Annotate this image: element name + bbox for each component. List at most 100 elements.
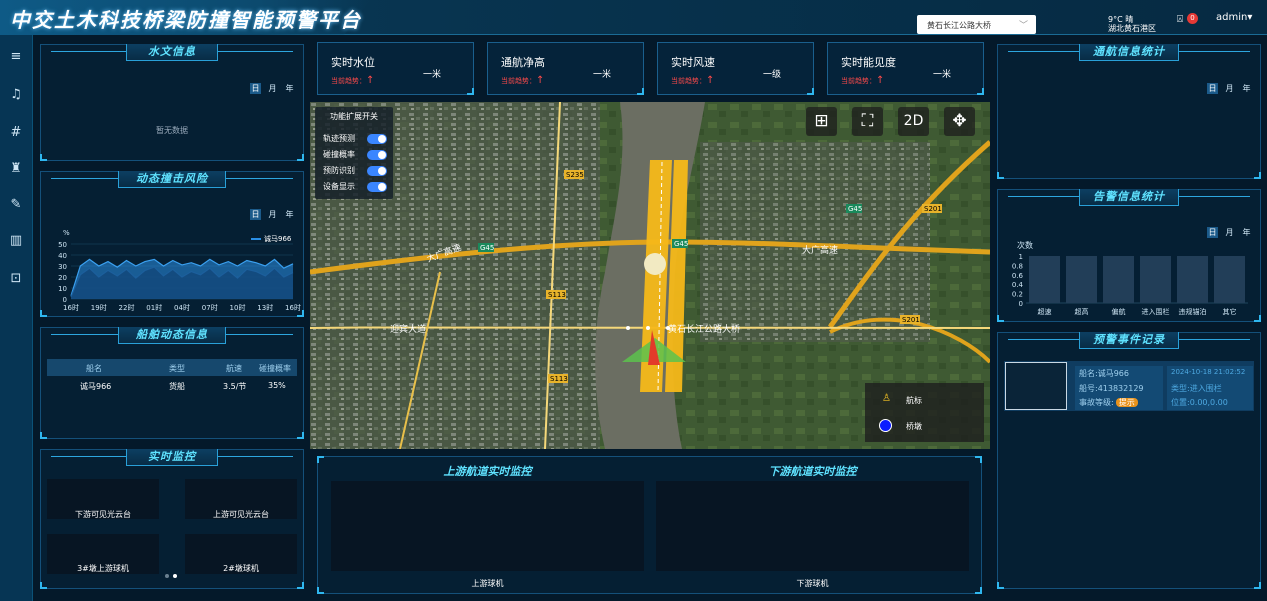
corner bbox=[997, 315, 1004, 322]
toggle-collision-probability[interactable] bbox=[367, 150, 387, 160]
corner bbox=[1254, 315, 1261, 322]
route-sign-text: G45 bbox=[674, 240, 688, 248]
map-icon[interactable]: ▥ bbox=[8, 233, 24, 249]
arrow-up-icon: ↑ bbox=[876, 75, 885, 86]
divider bbox=[51, 456, 131, 457]
pier-marker[interactable] bbox=[626, 326, 630, 330]
col-header: 类型 bbox=[169, 364, 185, 373]
header: 中交土木科技桥梁防撞智能预警平台 黄石长江公路大桥 ﹀ 9°C 晴湖北黄石港区 ⍓… bbox=[0, 0, 1267, 35]
pier-icon bbox=[879, 419, 892, 432]
tab-day[interactable]: 日 bbox=[1207, 83, 1218, 94]
period-tabs: 日月年 bbox=[1201, 83, 1252, 94]
ships-panel: 船舶动态信息 船名 类型 航速 碰撞概率 诚马966 货船 3.5/节 35% bbox=[40, 327, 304, 439]
col-header: 航速 bbox=[226, 364, 242, 373]
bridge-select[interactable]: 黄石长江公路大桥 ﹀ bbox=[917, 15, 1036, 34]
arrow-up-icon: ↑ bbox=[706, 75, 715, 86]
x-tick-label: 16时 bbox=[63, 303, 79, 312]
pier-marker[interactable] bbox=[646, 326, 650, 330]
corner bbox=[807, 88, 814, 95]
corner bbox=[317, 587, 324, 594]
view-mode-2d-button[interactable]: 2D bbox=[898, 107, 929, 136]
x-tick-label: 19时 bbox=[91, 303, 107, 312]
pager-dot[interactable] bbox=[165, 574, 169, 578]
tab-year[interactable]: 年 bbox=[284, 83, 295, 94]
metric-title: 实时能见度 bbox=[841, 56, 896, 69]
ship-marker[interactable] bbox=[644, 253, 666, 275]
metric-trend: 当前趋势：↑ bbox=[331, 75, 374, 86]
metric-title: 实时水位 bbox=[331, 56, 375, 69]
toggle-label: 预防识别 bbox=[323, 166, 355, 175]
event-card[interactable]: 船名:诚马966 船号:413832129 事故等级: 提示 2024-10-18… bbox=[1004, 361, 1254, 411]
toggle-row: 碰撞概率 bbox=[323, 149, 355, 160]
arrow-up-icon: ↑ bbox=[366, 75, 375, 86]
x-tick-label: 10时 bbox=[230, 303, 246, 312]
metric-trend: 当前趋势：↑ bbox=[501, 75, 544, 86]
upstream-video[interactable] bbox=[331, 481, 644, 571]
toggle-label: 轨迹预测 bbox=[323, 134, 355, 143]
metric-trend: 当前趋势：↑ bbox=[841, 75, 884, 86]
bell-icon[interactable]: ♫ bbox=[8, 87, 24, 103]
x-tick-label: 超高 bbox=[1075, 307, 1089, 316]
toggle-track-prediction[interactable] bbox=[367, 134, 387, 144]
bar-background bbox=[1029, 256, 1060, 303]
x-tick-label: 07时 bbox=[202, 303, 218, 312]
tab-month[interactable]: 月 bbox=[1224, 83, 1235, 94]
table-row[interactable]: 诚马966 货船 3.5/节 35% bbox=[47, 379, 297, 393]
divider bbox=[1008, 339, 1088, 340]
corner bbox=[467, 88, 474, 95]
weather-temp: 9°C 晴 bbox=[1108, 15, 1134, 24]
metric-clearance: 通航净高 一米 当前趋势：↑ bbox=[487, 42, 644, 95]
layers-button[interactable]: ⊞ bbox=[806, 107, 837, 136]
settings-sliders-icon[interactable]: # bbox=[8, 125, 24, 141]
tab-year[interactable]: 年 bbox=[1241, 83, 1252, 94]
camera-label: 3#墩上游球机 bbox=[77, 564, 129, 573]
corner bbox=[997, 172, 1004, 179]
pager-dot-active[interactable] bbox=[173, 574, 177, 578]
bar-background bbox=[1066, 256, 1097, 303]
feature-toggle-panel: 功能扩展开关 轨迹预测 碰撞概率 预防识别 设备显示 bbox=[315, 107, 393, 199]
corner bbox=[975, 587, 982, 594]
tab-month[interactable]: 月 bbox=[267, 83, 278, 94]
route-sign-text: S235 bbox=[566, 171, 584, 179]
metric-value: 一级 bbox=[763, 70, 782, 80]
toggle-device-display[interactable] bbox=[367, 182, 387, 192]
chevron-down-icon: ﹀ bbox=[1018, 21, 1028, 31]
wrench-icon[interactable]: ✎ bbox=[8, 197, 24, 213]
user-menu[interactable]: admin▾ bbox=[1216, 12, 1252, 23]
event-level-label: 事故等级: bbox=[1079, 398, 1114, 407]
monitor-person-icon[interactable]: ⊡ bbox=[8, 271, 24, 287]
col-header: 船名 bbox=[86, 364, 102, 373]
toggle-row: 预防识别 bbox=[323, 165, 355, 176]
y-tick-label: 0.6 bbox=[1012, 272, 1024, 280]
weather-location: 湖北黄石港区 bbox=[1108, 24, 1156, 33]
event-ship-name: 船名:诚马966 bbox=[1079, 369, 1129, 378]
downstream-video[interactable] bbox=[656, 481, 969, 571]
corner bbox=[40, 582, 47, 589]
fullscreen-button[interactable]: ⛶ bbox=[852, 107, 883, 136]
arrow-up-icon: ↑ bbox=[536, 75, 545, 86]
y-tick-label: 0 bbox=[1019, 300, 1023, 308]
pan-button[interactable]: ✥ bbox=[944, 107, 975, 136]
monitor-panel: 实时监控 下游可见光云台 上游可见光云台 3#墩上游球机 2#墩球机 bbox=[40, 449, 304, 589]
menu-icon[interactable]: ≡ bbox=[8, 49, 24, 65]
tab-day[interactable]: 日 bbox=[250, 83, 261, 94]
divider bbox=[1170, 339, 1250, 340]
toggle-prevention[interactable] bbox=[367, 166, 387, 176]
corner bbox=[977, 88, 984, 95]
upstream-camera-label: 上游球机 bbox=[471, 579, 504, 588]
cell-type: 货船 bbox=[169, 382, 185, 391]
corner bbox=[1254, 172, 1261, 179]
channel-monitor-panel: 上游航道实时监控 下游航道实时监控 上游球机 下游球机 bbox=[317, 456, 982, 594]
x-tick-label: 13时 bbox=[257, 303, 273, 312]
warning-light-icon[interactable]: ♜ bbox=[8, 161, 24, 177]
x-tick-label: 超速 bbox=[1038, 307, 1052, 316]
bar-background bbox=[1177, 256, 1208, 303]
y-tick-label: 30 bbox=[58, 263, 67, 271]
toggle-label: 设备显示 bbox=[323, 182, 355, 191]
route-sign-text: S113 bbox=[548, 291, 566, 299]
metric-visibility: 实时能见度 一米 当前趋势：↑ bbox=[827, 42, 984, 95]
panel-title: 船舶动态信息 bbox=[118, 327, 226, 344]
y-tick-label: 1 bbox=[1019, 253, 1023, 261]
alarmstats-panel: 告警信息统计 日月年 次数 1 0.8 0.6 0.4 0.2 0 超速 超高 偏航 进入围栏 违规… bbox=[997, 189, 1261, 322]
notification-bell-icon[interactable]: ⍓ 0 bbox=[1177, 13, 1198, 25]
